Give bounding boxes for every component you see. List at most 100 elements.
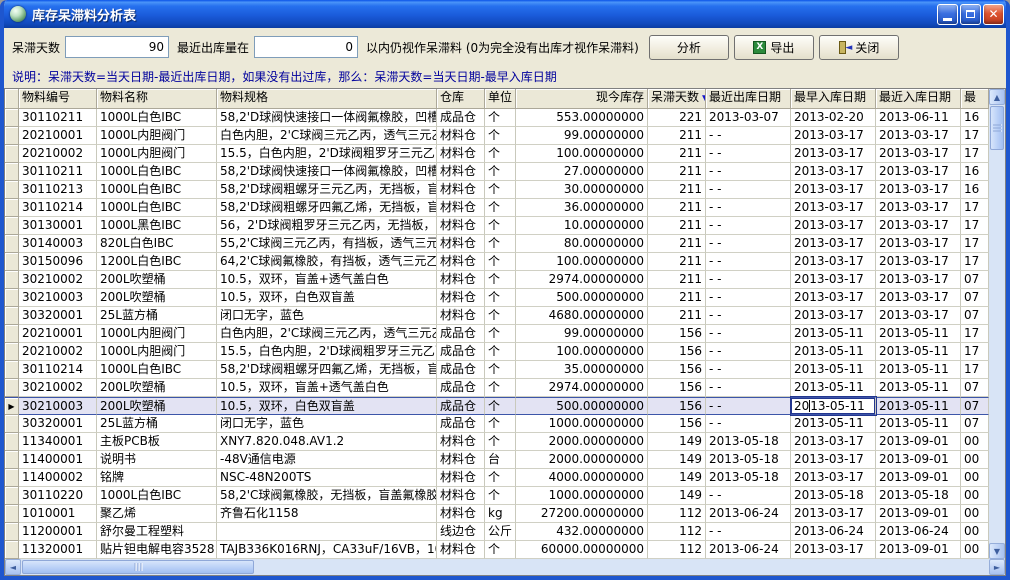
cell-extra[interactable]: 07 [961, 271, 989, 289]
cell-unit[interactable]: 个 [485, 289, 516, 307]
cell-unit[interactable]: 个 [485, 199, 516, 217]
row-selector[interactable] [5, 523, 19, 541]
cell-spec[interactable]: 闭口无字，蓝色 [217, 415, 437, 433]
cell-item-name[interactable]: 1000L内胆阀门 [97, 343, 217, 361]
cell-warehouse[interactable]: 材料仓 [437, 451, 485, 469]
table-row[interactable]: 30210002200L吹塑桶10.5，双环，盲盖+透气盖白色材料仓个2974.… [5, 271, 989, 289]
cell-extra[interactable]: 17 [961, 217, 989, 235]
cell-spec[interactable]: 白色内胆，2'C球阀三元乙丙，透气三元乙 [217, 325, 437, 343]
cell-stock[interactable]: 100.00000000 [516, 253, 648, 271]
cell-item-name[interactable]: 铭牌 [97, 469, 217, 487]
row-header-corner[interactable] [5, 89, 19, 109]
cell-spec[interactable]: -48V通信电源 [217, 451, 437, 469]
row-selector[interactable] [5, 109, 19, 127]
cell-stagnant-days[interactable]: 211 [648, 145, 706, 163]
cell-first-inbound-date[interactable]: 2013-03-17 [791, 145, 876, 163]
cell-stagnant-days[interactable]: 149 [648, 433, 706, 451]
cell-warehouse[interactable]: 材料仓 [437, 181, 485, 199]
row-selector[interactable] [5, 127, 19, 145]
cell-last-outbound-date[interactable]: 2013-06-24 [706, 505, 791, 523]
table-row[interactable]: 11340001主板PCB板XNY7.820.048.AV1.2材料仓个2000… [5, 433, 989, 451]
cell-stagnant-days[interactable]: 221 [648, 109, 706, 127]
cell-stagnant-days[interactable]: 156 [648, 361, 706, 379]
cell-first-inbound-date[interactable]: 2013-05-11 [791, 361, 876, 379]
table-row[interactable]: 301102111000L白色IBC58,2'D球阀快速接口一体阀氟橡胶，凹槽,… [5, 109, 989, 127]
cell-item-name[interactable]: 25L蓝方桶 [97, 415, 217, 433]
cell-extra[interactable]: 07 [961, 379, 989, 397]
table-row[interactable]: 301102201000L白色IBC58,2'C球阀氟橡胶，无挡板，盲盖氟橡胶，… [5, 487, 989, 505]
row-selector[interactable] [5, 253, 19, 271]
cell-spec[interactable]: 58,2'C球阀氟橡胶，无挡板，盲盖氟橡胶， [217, 487, 437, 505]
cell-last-outbound-date[interactable]: - - [706, 361, 791, 379]
horizontal-scrollbar[interactable]: ◄ ► [5, 559, 1005, 575]
row-selector[interactable] [5, 361, 19, 379]
cell-last-inbound-date[interactable]: 2013-03-17 [876, 217, 961, 235]
cell-extra[interactable]: 00 [961, 487, 989, 505]
table-row[interactable]: 301102141000L白色IBC58,2'D球阀粗螺牙四氟乙烯，无挡板，盲盖… [5, 361, 989, 379]
cell-stock[interactable]: 80.00000000 [516, 235, 648, 253]
cell-last-inbound-date[interactable]: 2013-03-17 [876, 127, 961, 145]
cell-stagnant-days[interactable]: 211 [648, 235, 706, 253]
row-selector[interactable] [5, 325, 19, 343]
table-row[interactable]: 11320001贴片钽电解电容3528TAJB336K016RNJ，CA33uF… [5, 541, 989, 559]
cell-stagnant-days[interactable]: 211 [648, 127, 706, 145]
cell-warehouse[interactable]: 线边仓 [437, 523, 485, 541]
cell-first-inbound-date[interactable]: 2013-03-17 [791, 469, 876, 487]
cell-spec[interactable]: 58,2'D球阀粗螺牙四氟乙烯，无挡板，盲盖 [217, 199, 437, 217]
cell-first-inbound-date[interactable]: 2013-03-17 [791, 307, 876, 325]
cell-stock[interactable]: 10.00000000 [516, 217, 648, 235]
cell-warehouse[interactable]: 材料仓 [437, 307, 485, 325]
cell-item-name[interactable]: 1000L白色IBC [97, 181, 217, 199]
cell-last-inbound-date[interactable]: 2013-03-17 [876, 271, 961, 289]
cell-item-name[interactable]: 主板PCB板 [97, 433, 217, 451]
cell-warehouse[interactable]: 材料仓 [437, 433, 485, 451]
cell-first-inbound-date[interactable]: 2013-05-11 [791, 379, 876, 397]
table-row[interactable]: 30210002200L吹塑桶10.5，双环，盲盖+透气盖白色成品仓个2974.… [5, 379, 989, 397]
cell-item-code[interactable]: 11200001 [19, 523, 97, 541]
table-row[interactable]: 30210003200L吹塑桶10.5，双环，白色双盲盖材料仓个500.0000… [5, 289, 989, 307]
cell-extra[interactable]: 17 [961, 145, 989, 163]
cell-last-inbound-date[interactable]: 2013-03-17 [876, 145, 961, 163]
cell-spec[interactable]: TAJB336K016RNJ，CA33uF/16VB，10% [217, 541, 437, 559]
cell-unit[interactable]: 个 [485, 217, 516, 235]
cell-stock[interactable]: 2974.00000000 [516, 379, 648, 397]
cell-stock[interactable]: 4000.00000000 [516, 469, 648, 487]
cell-warehouse[interactable]: 材料仓 [437, 487, 485, 505]
table-row[interactable]: 301102111000L白色IBC58,2'D球阀快速接口一体阀氟橡胶，凹槽,… [5, 163, 989, 181]
cell-last-inbound-date[interactable]: 2013-06-24 [876, 523, 961, 541]
cell-stock[interactable]: 35.00000000 [516, 361, 648, 379]
cell-item-code[interactable]: 20210001 [19, 127, 97, 145]
table-row[interactable]: 301500961200L白色IBC64,2'C球阀氟橡胶，有挡板，透气三元乙丙… [5, 253, 989, 271]
cell-last-inbound-date[interactable]: 2013-09-01 [876, 433, 961, 451]
cell-extra[interactable]: 17 [961, 325, 989, 343]
cell-spec[interactable]: 58,2'D球阀粗螺牙三元乙丙，无挡板，盲盖 [217, 181, 437, 199]
cell-first-inbound-date[interactable]: 2013-03-17 [791, 433, 876, 451]
cell-stock[interactable]: 27200.00000000 [516, 505, 648, 523]
cell-item-name[interactable]: 25L蓝方桶 [97, 307, 217, 325]
scroll-down-icon[interactable]: ▼ [989, 543, 1005, 559]
cell-item-name[interactable]: 1000L白色IBC [97, 163, 217, 181]
cell-stock[interactable]: 432.00000000 [516, 523, 648, 541]
cell-stagnant-days[interactable]: 211 [648, 217, 706, 235]
cell-extra[interactable]: 00 [961, 433, 989, 451]
cell-item-code[interactable]: 30320001 [19, 307, 97, 325]
cell-first-inbound-date[interactable]: 2013-02-20 [791, 109, 876, 127]
table-row[interactable]: 301102141000L白色IBC58,2'D球阀粗螺牙四氟乙烯，无挡板，盲盖… [5, 199, 989, 217]
table-row[interactable]: 30140003820L白色IBC55,2'C球阀三元乙丙，有挡板，透气三元乙材… [5, 235, 989, 253]
cell-spec[interactable]: 10.5，双环，盲盖+透气盖白色 [217, 379, 437, 397]
row-selector[interactable] [5, 487, 19, 505]
cell-first-inbound-date[interactable]: 2013-03-17 [791, 289, 876, 307]
cell-stagnant-days[interactable]: 156 [648, 397, 706, 415]
cell-unit[interactable]: 个 [485, 163, 516, 181]
table-row[interactable]: 3032000125L蓝方桶闭口无字，蓝色材料仓个4680.0000000021… [5, 307, 989, 325]
cell-last-outbound-date[interactable]: 2013-05-18 [706, 451, 791, 469]
cell-unit[interactable]: 个 [485, 127, 516, 145]
cell-stock[interactable]: 99.00000000 [516, 127, 648, 145]
cell-item-code[interactable]: 11400001 [19, 451, 97, 469]
cell-first-inbound-date[interactable]: 2013-03-17 [791, 163, 876, 181]
cell-item-code[interactable]: 20210002 [19, 145, 97, 163]
cell-stagnant-days[interactable]: 112 [648, 505, 706, 523]
cell-last-outbound-date[interactable]: - - [706, 253, 791, 271]
cell-stagnant-days[interactable]: 211 [648, 199, 706, 217]
cell-item-code[interactable]: 30110214 [19, 199, 97, 217]
